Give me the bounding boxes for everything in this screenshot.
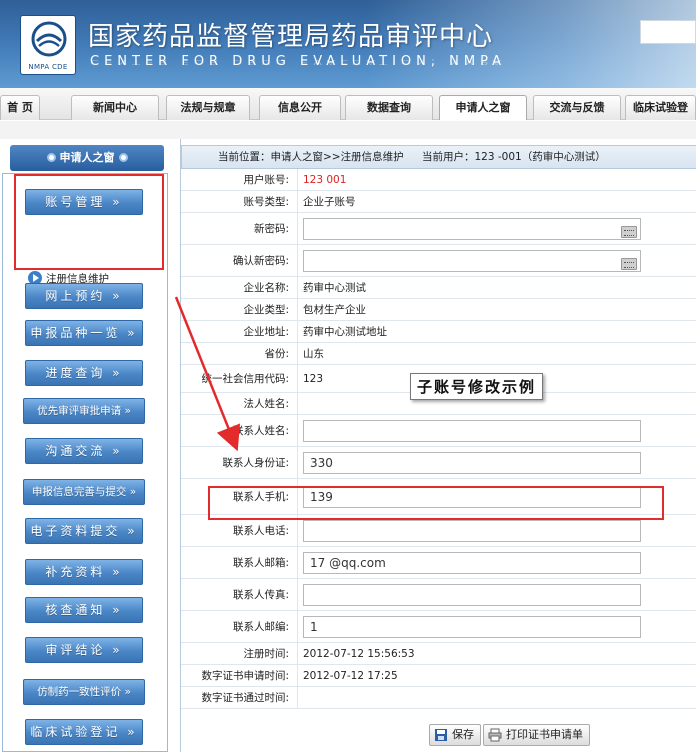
field-label: 联系人身份证: [222,457,289,469]
highlight-box-mobile [208,486,664,520]
save-button[interactable]: 保存 [429,724,481,746]
sidebar-inspection-notice[interactable]: 核查通知 » [25,597,143,623]
row-account-type: 账号类型: 企业子账号 [181,191,696,213]
main-nav: 首 页 新闻中心 法规与规章 信息公开 数据查询 申请人之窗 交流与反馈 临床试… [0,88,696,120]
contact-phone-input[interactable] [303,520,641,542]
nmpa-emblem-icon [31,21,67,57]
company-name-value: 药审中心测试 [303,282,366,294]
nav-tab-data-query[interactable]: 数据查询 [345,95,433,120]
row-company-type: 企业类型: 包材生产企业 [181,299,696,321]
field-label: 数字证书申请时间: [201,670,289,682]
contact-name-input[interactable] [303,420,641,442]
new-password-input[interactable] [303,218,641,240]
field-label: 省份: [264,348,289,360]
logo-caption: NMPA CDE [28,63,68,71]
header-search-box[interactable] [640,20,696,44]
field-label: 联系人邮编: [232,621,289,633]
row-contact-zip: 联系人邮编: 1 [181,611,696,643]
highlight-box-account [14,174,164,270]
sidebar-clinical-trial-registration[interactable]: 临床试验登记 » [25,719,143,745]
row-new-password: 新密码: [181,213,696,245]
sidebar-review-conclusion[interactable]: 审评结论 » [25,637,143,663]
field-label: 企业类型: [243,304,289,316]
row-cert-pass-time: 数字证书通过时间: [181,687,696,709]
print-cert-button-label: 打印证书申请单 [506,728,583,741]
annotation-label: 子账号修改示例 [410,373,544,400]
sidebar-submission-info[interactable]: 申报信息完善与提交 » [23,479,145,505]
nav-tab-applicant-window[interactable]: 申请人之窗 [439,95,527,120]
bullet-icon [46,153,56,162]
field-label: 注册时间: [243,648,289,660]
sidebar-priority-review[interactable]: 优先审评审批申请 » [23,398,145,424]
field-label: 联系人姓名: [232,425,289,437]
sidebar-online-booking[interactable]: 网上预约 » [25,283,143,309]
nav-spacer [0,121,696,139]
contact-fax-input[interactable] [303,584,641,606]
sidebar-submitted-varieties[interactable]: 申报品种一览 » [25,320,143,346]
nav-tab-clinical-trials[interactable]: 临床试验登 [625,95,696,120]
keyboard-icon[interactable] [621,258,637,270]
field-label: 用户账号: [243,174,289,186]
bullet-icon [118,153,128,162]
sidebar-supplementary-info[interactable]: 补充资料 » [25,559,143,585]
company-address-value: 药审中心测试地址 [303,326,387,338]
row-register-time: 注册时间: 2012-07-12 15:56:53 [181,643,696,665]
field-label: 统一社会信用代码: [201,373,289,385]
nav-tab-regulations[interactable]: 法规与规章 [166,95,250,120]
sidebar-communication[interactable]: 沟通交流 » [25,438,143,464]
field-label: 新密码: [253,223,289,235]
row-contact-email: 联系人邮箱: 17 @qq.com [181,547,696,579]
confirm-password-input[interactable] [303,250,641,272]
province-value: 山东 [303,348,324,360]
field-label: 联系人邮箱: [232,557,289,569]
nmpa-logo[interactable]: NMPA CDE [20,15,76,75]
nav-tab-news[interactable]: 新闻中心 [71,95,159,120]
row-company-name: 企业名称: 药审中心测试 [181,277,696,299]
print-cert-button[interactable]: 打印证书申请单 [483,724,590,746]
field-label: 企业地址: [243,326,289,338]
sidebar-generic-consistency[interactable]: 仿制药一致性评价 » [23,679,145,705]
sidebar-header: 申请人之窗 [10,145,164,171]
row-company-address: 企业地址: 药审中心测试地址 [181,321,696,343]
site-title-en-reflection: CENTER FOR DRUG EVALUATION, NMPA [90,57,506,66]
row-cert-apply-time: 数字证书申请时间: 2012-07-12 17:25 [181,665,696,687]
breadcrumb-path: 当前位置：申请人之窗>>注册信息维护 [218,151,404,163]
user-account-value: 123 001 [303,173,347,186]
nav-tab-info-disclosure[interactable]: 信息公开 [259,95,341,120]
register-time-value: 2012-07-12 15:56:53 [303,647,415,660]
account-type-value: 企业子账号 [303,196,356,208]
cert-apply-time-value: 2012-07-12 17:25 [303,669,398,682]
field-label: 数字证书通过时间: [201,692,289,704]
current-user-info: 当前用户：123 -001（药审中心测试） [422,151,606,163]
site-title-cn: 国家药品监督管理局药品审评中心 [88,22,494,52]
keyboard-icon[interactable] [621,226,637,238]
main-content: 当前位置：申请人之窗>>注册信息维护 当前用户：123 -001（药审中心测试）… [180,139,696,752]
row-user-account: 用户账号: 123 001 [181,169,696,191]
sidebar-header-label: 申请人之窗 [59,151,115,164]
row-confirm-password: 确认新密码: [181,245,696,277]
printer-icon [488,728,502,742]
contact-zip-input[interactable]: 1 [303,616,641,638]
row-province: 省份: 山东 [181,343,696,365]
company-type-value: 包材生产企业 [303,304,366,316]
row-contact-fax: 联系人传真: [181,579,696,611]
field-label: 确认新密码: [232,255,289,267]
field-label: 账号类型: [243,196,289,208]
credit-code-value: 123 [303,372,324,385]
nav-tab-feedback[interactable]: 交流与反馈 [533,95,621,120]
floppy-disk-icon [435,729,447,741]
contact-id-input[interactable]: 330 [303,452,641,474]
row-contact-id: 联系人身份证: 330 [181,447,696,479]
sidebar-e-document-submit[interactable]: 电子资料提交 » [25,518,143,544]
breadcrumb: 当前位置：申请人之窗>>注册信息维护 当前用户：123 -001（药审中心测试） [181,145,696,169]
row-contact-name: 联系人姓名: [181,415,696,447]
field-label: 企业名称: [243,282,289,294]
field-label: 联系人传真: [232,589,289,601]
sidebar-progress-query[interactable]: 进度查询 » [25,360,143,386]
contact-email-input[interactable]: 17 @qq.com [303,552,641,574]
site-header: NMPA CDE 国家药品监督管理局药品审评中心 CENTER FOR DRUG… [0,0,696,88]
nav-tab-home[interactable]: 首 页 [0,95,40,120]
save-button-label: 保存 [452,728,474,741]
field-label: 法人姓名: [243,398,289,410]
